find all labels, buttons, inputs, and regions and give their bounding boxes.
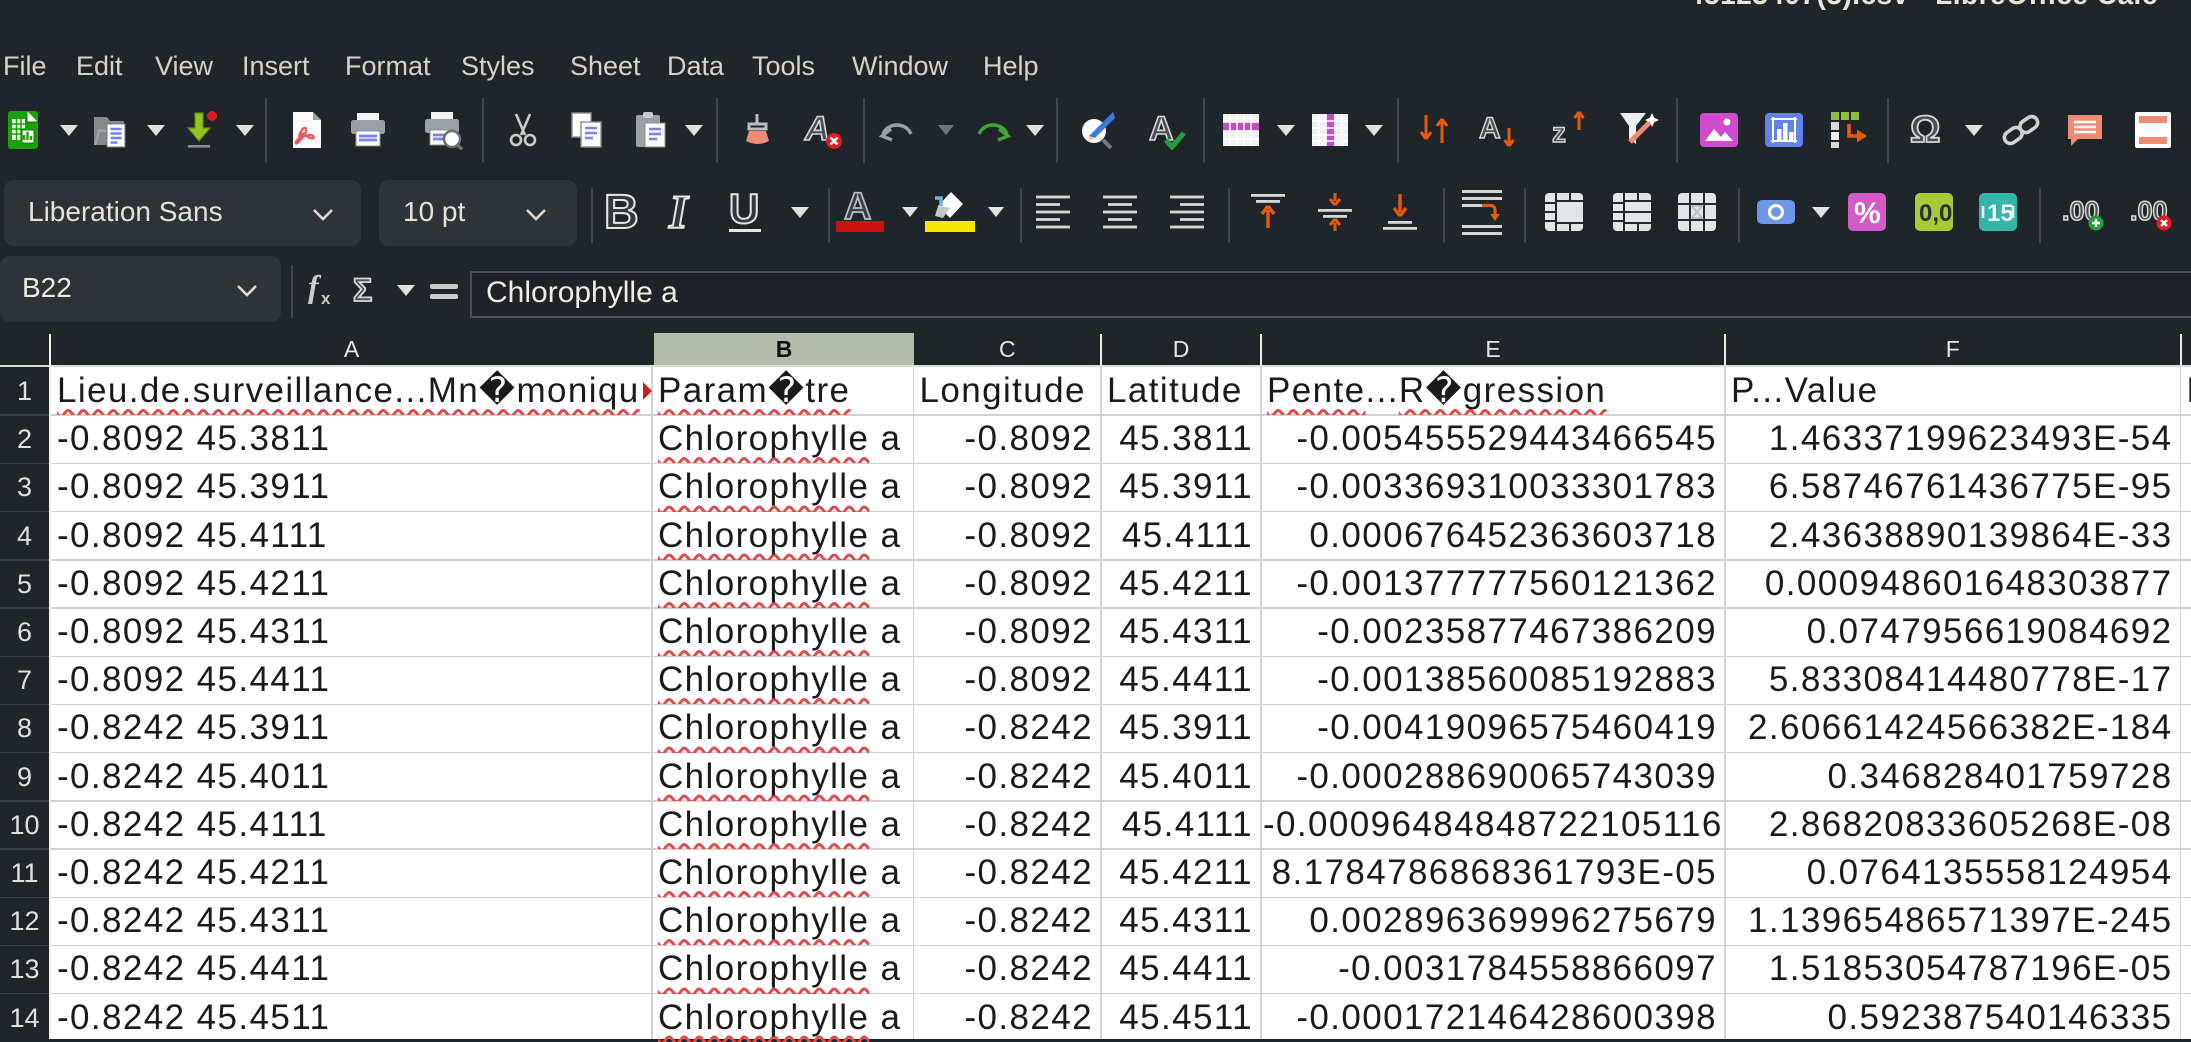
svg-text:z: z: [1552, 117, 1566, 148]
svg-text:I: I: [668, 189, 690, 235]
svg-text:15: 15: [1987, 200, 2014, 227]
svg-text:x: x: [321, 289, 331, 308]
svg-text:Ω: Ω: [1910, 110, 1940, 150]
svg-text:A: A: [1479, 112, 1501, 145]
svg-text:A: A: [804, 110, 830, 148]
svg-text:f: f: [308, 271, 322, 304]
svg-text:0,0: 0,0: [1919, 200, 1952, 227]
svg-text:Σ: Σ: [353, 272, 372, 308]
svg-text:B: B: [604, 189, 639, 235]
svg-text:%: %: [1854, 197, 1881, 230]
svg-text:U: U: [729, 189, 759, 232]
